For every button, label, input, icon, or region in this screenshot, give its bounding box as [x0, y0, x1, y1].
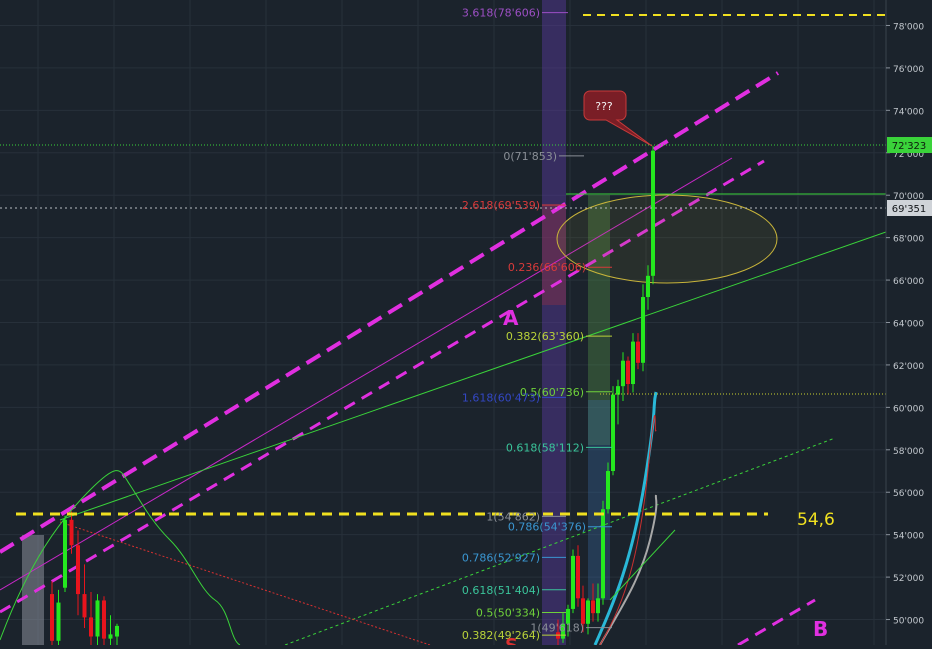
candle-up[interactable] [56, 602, 61, 641]
fib-level-label: 0.236(66'606) [508, 261, 586, 274]
fib-band-red [542, 205, 566, 305]
fib-level-label: 3.618(78'606) [462, 7, 540, 20]
price-tick-label: 50'000 [893, 617, 924, 627]
candle-up[interactable] [641, 297, 645, 363]
fib-level-label: 0.786(54'376) [508, 521, 586, 534]
price-tick-label: 74'000 [893, 107, 924, 117]
trend-line-layer [0, 71, 886, 645]
candle-up[interactable] [611, 394, 615, 472]
wave-a-label[interactable]: A [503, 306, 519, 330]
candle-down[interactable] [581, 598, 585, 624]
candle-down[interactable] [626, 360, 630, 385]
candle-up[interactable] [616, 386, 620, 395]
price-tick-label: 62'000 [893, 362, 924, 372]
price-tick-label: 64'000 [893, 320, 924, 330]
candle-up[interactable] [108, 634, 113, 639]
candle-down[interactable] [69, 519, 74, 546]
fib-level-label: 0(71'853) [503, 150, 557, 163]
candle-down[interactable] [89, 617, 93, 637]
fib-level-label: 0.5(50'334) [476, 606, 540, 619]
price-tick-label: 76'000 [893, 65, 924, 75]
price-axis[interactable]: 50'000 52'000 54'000 56'000 58'000 60'000 62'0… [885, 0, 932, 645]
price-tick-label: 58'000 [893, 447, 924, 457]
candle-down[interactable] [636, 341, 640, 363]
arrow-green [609, 529, 676, 601]
candle-down[interactable] [591, 600, 595, 614]
candle-up[interactable] [621, 360, 625, 387]
candle-up[interactable] [606, 471, 610, 510]
candle-up[interactable] [631, 341, 635, 385]
candle-up[interactable] [63, 519, 67, 588]
candle-up[interactable] [646, 275, 650, 298]
candle-up[interactable] [571, 555, 575, 609]
channel-upper-dashed[interactable] [0, 71, 780, 554]
fib-level-label: 0.382(63'360) [506, 330, 584, 343]
last-price-badge[interactable]: 72'323 [887, 137, 932, 153]
candle-down[interactable] [50, 594, 54, 641]
candle-down[interactable] [82, 594, 87, 618]
fib-level-label: 0.618(58'112) [506, 441, 584, 454]
price-tick-label: 66'000 [893, 277, 924, 287]
fib-band-left-gray [22, 535, 44, 645]
marker-price-badge-text: 69'351 [892, 204, 927, 215]
candle-up[interactable] [115, 625, 119, 637]
candle-up[interactable] [601, 509, 605, 599]
candle-down[interactable] [102, 600, 106, 639]
fib-band-purple [542, 0, 566, 645]
level-54-6-label[interactable]: 54,6 [797, 510, 835, 530]
candle-up[interactable] [586, 600, 590, 624]
chart-canvas[interactable]: 3.618(78'606) 0(71'853) 2.618(69'539) 0.236… [0, 0, 932, 649]
wave-b-label[interactable]: B [813, 617, 828, 641]
callout-shape [583, 90, 653, 147]
price-tick-label: 78'000 [893, 22, 924, 32]
candle-up[interactable] [596, 598, 600, 614]
channel-lower-dashed-b[interactable] [737, 598, 816, 645]
candle-down[interactable] [576, 555, 580, 599]
candle-up[interactable] [651, 150, 655, 276]
marker-price-badge[interactable]: 69'351 [887, 200, 932, 216]
price-tick-label: 56'000 [893, 489, 924, 499]
price-tick-label: 52'000 [893, 574, 924, 584]
chart-grid [0, 0, 886, 645]
btc-price-chart[interactable]: 3.618(78'606) 0(71'853) 2.618(69'539) 0.236… [0, 0, 932, 649]
trendline-green[interactable] [59, 231, 886, 521]
last-price-badge-text: 72'323 [892, 141, 927, 152]
fib-level-label: 0.618(51'404) [462, 584, 540, 597]
candle-down[interactable] [76, 545, 80, 595]
fib-level-label: 0.786(52'927) [462, 551, 540, 564]
fib-level-label: 0.382(49'264) [462, 629, 540, 642]
partial-s-label: S [505, 635, 518, 645]
price-tick-label: 54'000 [893, 532, 924, 542]
price-tick-label: 60'000 [893, 404, 924, 414]
fib-level-label: 1.618(60'473) [462, 391, 540, 404]
callout-text: ??? [595, 100, 613, 113]
candle-up[interactable] [95, 600, 100, 637]
price-tick-label: 68'000 [893, 235, 924, 245]
fib-level-label: 2.618(69'539) [462, 199, 540, 212]
callout-bubble[interactable]: ??? [583, 90, 653, 147]
